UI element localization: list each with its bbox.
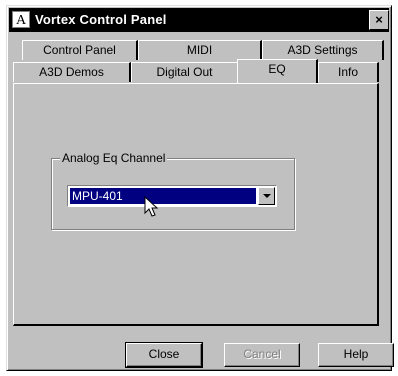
title-bar[interactable]: A Vortex Control Panel × <box>9 8 389 32</box>
help-button[interactable]: Help <box>318 343 394 367</box>
tab-label: Digital Out <box>156 65 213 79</box>
tab-label: EQ <box>268 62 286 76</box>
window-title: Vortex Control Panel <box>35 12 167 27</box>
tab-eq[interactable]: EQ <box>237 59 318 83</box>
cancel-button[interactable]: Cancel <box>224 343 300 367</box>
tab-midi[interactable]: MIDI <box>138 40 262 60</box>
analog-eq-channel-group: Analog Eq Channel MPU-401 <box>51 151 295 230</box>
tab-control-panel[interactable]: Control Panel <box>22 40 138 60</box>
dropdown-button[interactable] <box>258 187 275 205</box>
analog-eq-channel-select[interactable]: MPU-401 <box>67 185 277 207</box>
close-button[interactable]: Close <box>125 342 203 368</box>
tab-label: Info <box>337 65 358 79</box>
tab-label: A3D Demos <box>39 65 104 79</box>
mouse-cursor-icon <box>144 196 159 217</box>
selected-value: MPU-401 <box>70 188 256 204</box>
tab-label: Control Panel <box>43 43 116 57</box>
chevron-down-icon <box>263 194 271 198</box>
tab-a3d-settings[interactable]: A3D Settings <box>262 40 384 60</box>
tab-label: A3D Settings <box>287 43 358 57</box>
eq-tab-panel: Analog Eq Channel MPU-401 <box>13 83 379 326</box>
group-label: Analog Eq Channel <box>60 151 168 165</box>
close-window-button[interactable]: × <box>369 10 389 30</box>
tab-info[interactable]: Info <box>318 62 379 82</box>
tab-label: MIDI <box>186 43 213 57</box>
app-icon: A <box>12 11 30 28</box>
tab-digital-out[interactable]: Digital Out <box>131 62 239 82</box>
tab-a3d-demos[interactable]: A3D Demos <box>13 62 131 82</box>
